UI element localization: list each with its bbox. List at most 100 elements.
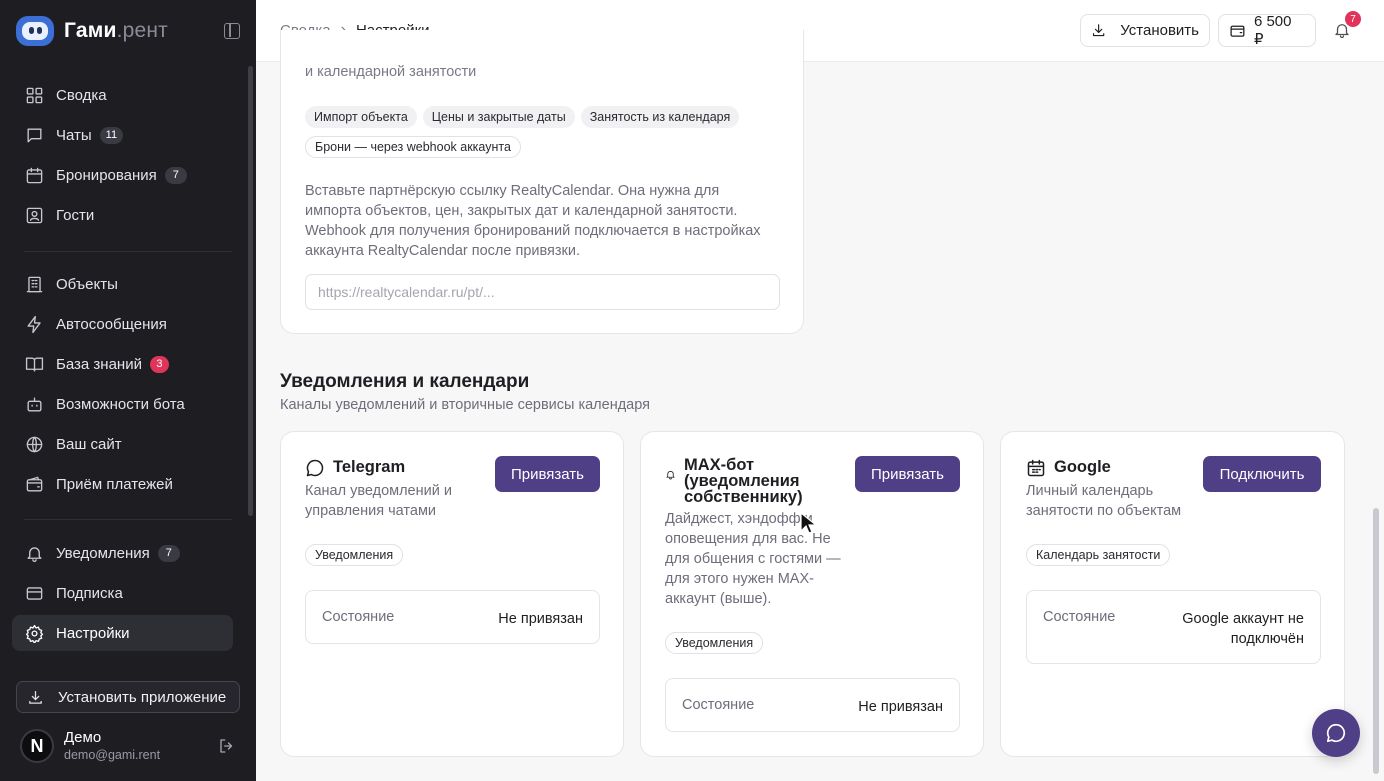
channel-title: MAX-бот (уведомления собственнику) bbox=[665, 457, 835, 505]
realty-description: Вставьте партнёрскую ссылку RealtyCalend… bbox=[305, 183, 761, 259]
channel-description: Канал уведомлений и управления чатами bbox=[305, 483, 452, 519]
install-label: Установить bbox=[1120, 22, 1199, 39]
sidebar-item-bookings[interactable]: Бронирования 7 bbox=[12, 157, 233, 193]
install-app-label: Установить приложение bbox=[58, 688, 227, 706]
chat-bubble-icon bbox=[306, 459, 324, 477]
bot-icon bbox=[24, 394, 44, 414]
sidebar-item-label: Бронирования bbox=[56, 166, 157, 184]
nav-group-main: Сводка Чаты 11 Бронирования 7 Гости bbox=[12, 77, 233, 237]
status-label: Состояние bbox=[1043, 609, 1116, 625]
gear-icon bbox=[24, 623, 44, 643]
install-button[interactable]: Установить bbox=[1080, 14, 1210, 47]
sidebar-item-bot-features[interactable]: Возможности бота bbox=[12, 386, 233, 422]
calendar-icon bbox=[24, 165, 44, 185]
realtycalendar-url-input[interactable] bbox=[305, 274, 780, 310]
lightning-icon bbox=[24, 314, 44, 334]
status-label: Состояние bbox=[322, 609, 395, 625]
channel-tag: Уведомления bbox=[305, 544, 404, 566]
sidebar-item-label: Объекты bbox=[56, 275, 118, 293]
status-label: Состояние bbox=[682, 697, 755, 713]
sidebar-item-properties[interactable]: Объекты bbox=[12, 266, 233, 302]
status-value: Google аккаунт не подключён bbox=[1182, 611, 1304, 647]
status-box: Состояние Google аккаунт не подключён bbox=[1026, 590, 1321, 664]
main-scrollbar[interactable] bbox=[1373, 508, 1379, 774]
sidebar-item-dashboard[interactable]: Сводка bbox=[12, 77, 233, 113]
mouse-cursor-icon bbox=[800, 512, 816, 534]
sidebar-item-payments[interactable]: Приём платежей bbox=[12, 466, 233, 502]
book-icon bbox=[24, 354, 44, 374]
user-name: Демо bbox=[64, 729, 102, 746]
guest-icon bbox=[24, 205, 44, 225]
building-icon bbox=[24, 274, 44, 294]
channel-title-text: MAX-бот (уведомления собственнику) bbox=[684, 456, 803, 506]
card-subtitle: и календарной занятости bbox=[305, 64, 477, 80]
sidebar-item-label: Ваш сайт bbox=[56, 435, 122, 453]
count-badge: 7 bbox=[157, 544, 180, 562]
support-chat-button[interactable] bbox=[1312, 709, 1360, 757]
section-subtitle: Каналы уведомлений и вторичные сервисы к… bbox=[280, 397, 650, 413]
sidebar-item-automessages[interactable]: Автосообщения bbox=[12, 306, 233, 342]
count-badge: 3 bbox=[149, 355, 169, 373]
sidebar-item-label: Уведомления bbox=[56, 544, 150, 562]
feature-tag: Брони — через webhook аккаунта bbox=[305, 136, 521, 158]
bell-icon bbox=[24, 543, 44, 563]
calendar-icon bbox=[1027, 459, 1045, 477]
max-bot-bind-button[interactable]: Привязать bbox=[855, 456, 960, 492]
sidebar-item-notifications[interactable]: Уведомления 7 bbox=[12, 535, 233, 571]
max-bot-card: MAX-бот (уведомления собственнику) Дайдж… bbox=[640, 431, 984, 757]
brand-name: Гами.рент bbox=[64, 19, 168, 42]
divider bbox=[24, 251, 232, 252]
telegram-bind-button[interactable]: Привязать bbox=[495, 456, 600, 492]
sidebar-item-label: Подписка bbox=[56, 584, 123, 602]
channel-description: Личный календарь занятости по объектам bbox=[1026, 483, 1182, 519]
channel-title-text: Google bbox=[1054, 458, 1111, 476]
section-title: Уведомления и календари bbox=[280, 371, 530, 392]
logout-icon[interactable] bbox=[218, 737, 236, 760]
install-app-button[interactable]: Установить приложение bbox=[16, 681, 240, 713]
status-box: Состояние Не привязан bbox=[305, 590, 600, 644]
sidebar-item-label: Приём платежей bbox=[56, 475, 173, 493]
dashboard-icon bbox=[24, 85, 44, 105]
chat-bubble-icon bbox=[1326, 723, 1346, 743]
sidebar-collapse-icon[interactable] bbox=[224, 23, 240, 39]
logo-mark-icon bbox=[16, 16, 54, 46]
sidebar-item-guests[interactable]: Гости bbox=[12, 197, 233, 233]
sidebar-item-website[interactable]: Ваш сайт bbox=[12, 426, 233, 462]
feature-tag: Импорт объекта bbox=[305, 106, 417, 128]
channel-description: Дайджест, хэндофф и оповещения для вас. … bbox=[665, 511, 841, 607]
avatar: N bbox=[20, 729, 54, 763]
user-profile[interactable]: N Демо demo@gami.rent bbox=[20, 726, 236, 766]
channel-tag: Календарь занятости bbox=[1026, 544, 1171, 566]
download-icon bbox=[1092, 24, 1105, 37]
wallet-icon bbox=[1230, 25, 1245, 37]
count-badge: 11 bbox=[99, 126, 124, 144]
logo[interactable]: Гами.рент bbox=[16, 14, 240, 48]
sidebar-item-label: Настройки bbox=[56, 624, 130, 642]
user-email: demo@gami.rent bbox=[64, 748, 161, 762]
card-icon bbox=[24, 583, 44, 603]
sidebar-item-settings[interactable]: Настройки bbox=[12, 615, 233, 651]
feature-tag: Занятость из календаря bbox=[580, 106, 740, 128]
channel-title: Google bbox=[1026, 458, 1111, 478]
sidebar-item-label: База знаний bbox=[56, 355, 142, 373]
balance-value: 6 500 ₽ bbox=[1253, 13, 1292, 48]
channel-title-text: Telegram bbox=[333, 458, 406, 476]
chat-icon bbox=[24, 125, 44, 145]
notifications-badge: 7 bbox=[1345, 11, 1361, 27]
divider bbox=[24, 519, 232, 520]
google-connect-button[interactable]: Подключить bbox=[1203, 456, 1321, 492]
sidebar-item-label: Гости bbox=[56, 206, 95, 224]
balance-button[interactable]: 6 500 ₽ bbox=[1218, 13, 1316, 48]
sidebar-item-label: Чаты bbox=[56, 126, 92, 144]
channel-title: Telegram bbox=[305, 458, 405, 478]
status-value: Не привязан bbox=[498, 611, 583, 627]
nav-group-tools: Объекты Автосообщения База знаний 3 Возм… bbox=[12, 266, 233, 506]
sidebar-scrollbar[interactable] bbox=[248, 66, 253, 516]
sidebar-item-subscription[interactable]: Подписка bbox=[12, 575, 233, 611]
globe-icon bbox=[24, 434, 44, 454]
sidebar-item-knowledge-base[interactable]: База знаний 3 bbox=[12, 346, 233, 382]
sidebar-item-chats[interactable]: Чаты 11 bbox=[12, 117, 233, 153]
nav-group-account: Уведомления 7 Подписка Настройки bbox=[12, 535, 233, 655]
status-box: Состояние Не привязан bbox=[665, 678, 960, 732]
sidebar: Гами.рент Сводка Чаты 11 Бронирования 7 … bbox=[0, 0, 256, 781]
